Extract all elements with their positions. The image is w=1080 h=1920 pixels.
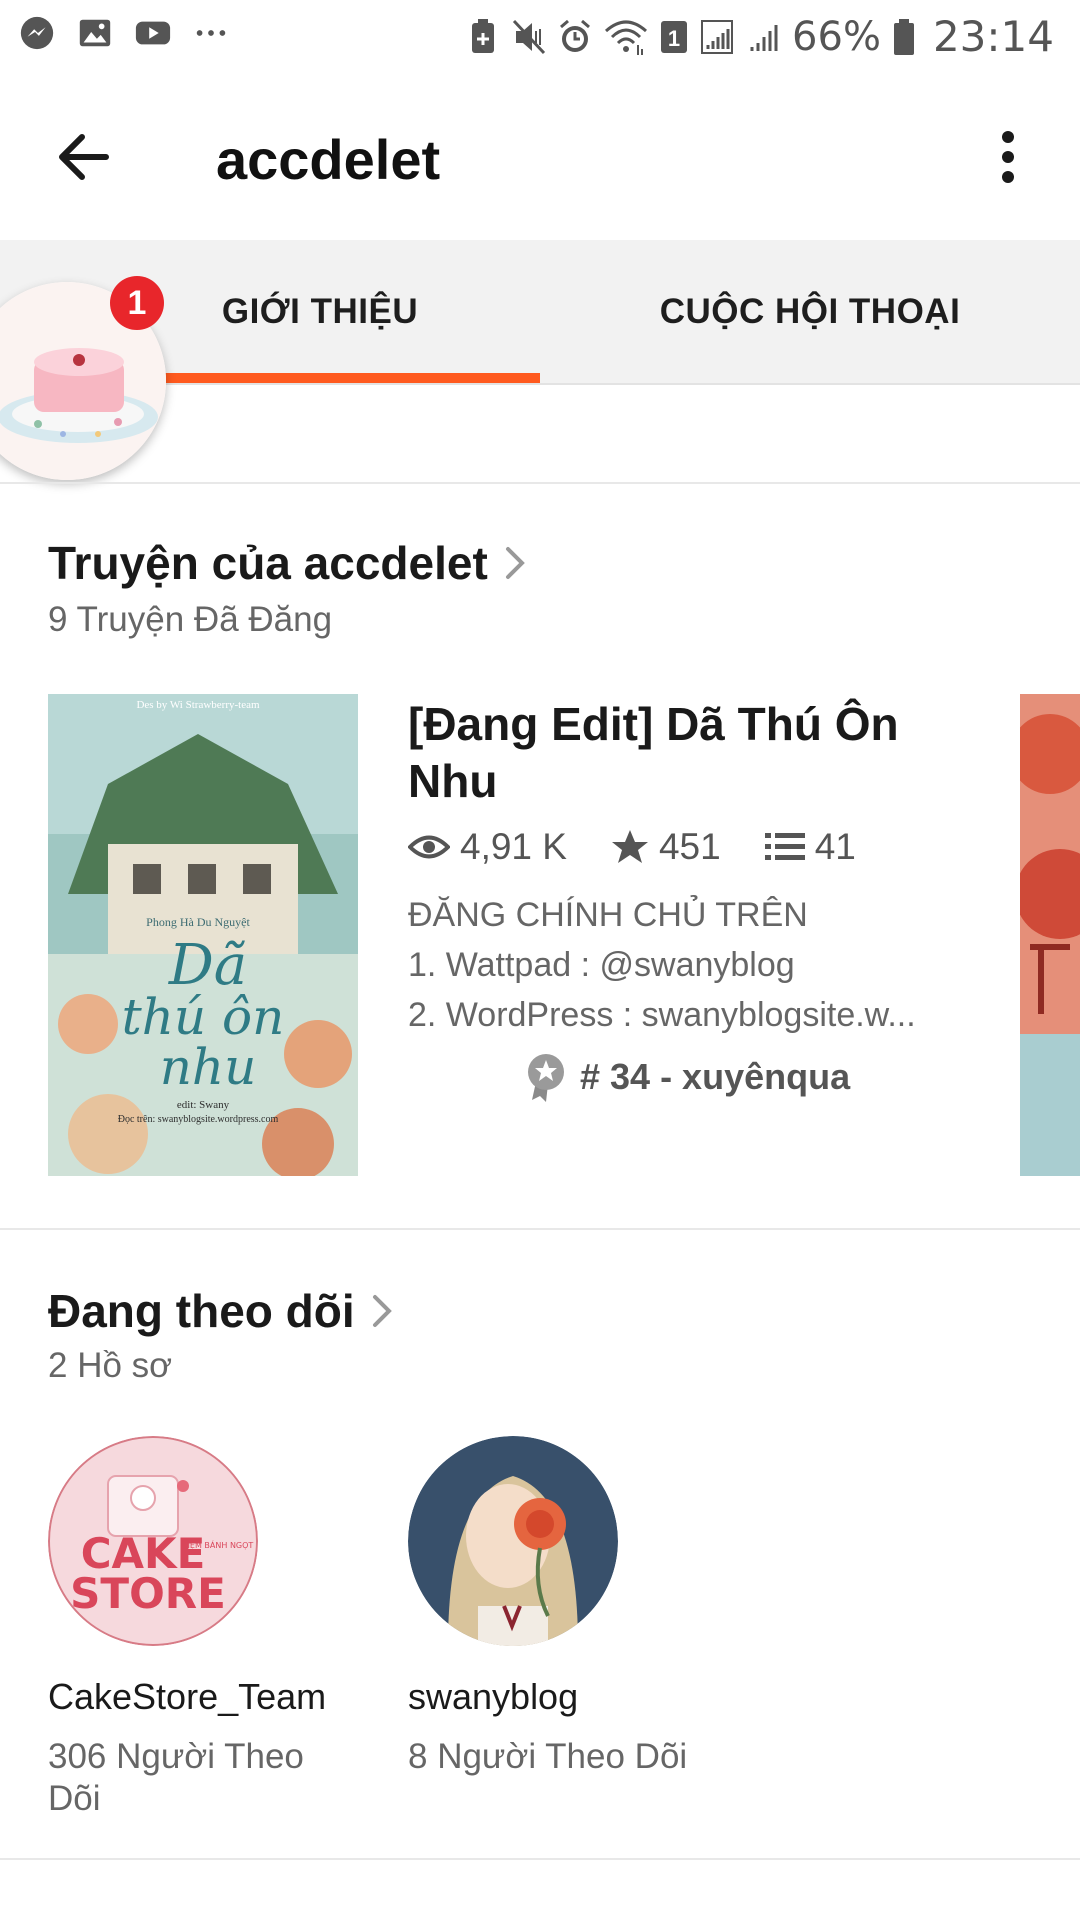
battery-icon (893, 18, 914, 55)
list-icon (764, 833, 805, 860)
cover-title-line3: nhu (160, 1038, 257, 1096)
cakestore-logo: CAKE STORE TIỆM BÁNH NGỌT (48, 1436, 258, 1646)
story-cover-image: Des by Wi Strawberry-team Phong Hà Du Ng… (48, 694, 358, 1176)
story-cover[interactable]: Des by Wi Strawberry-team Phong Hà Du Ng… (48, 694, 358, 1176)
star-icon (611, 830, 648, 863)
sim1-icon: 1 (661, 20, 688, 53)
app-bar: accdelet (0, 75, 1080, 240)
story-title[interactable]: [Đang Edit] Dã Thú Ôn Nhu (408, 696, 928, 810)
story-description-line: 2. WordPress : swanyblogsite.w... (408, 996, 916, 1034)
following-section-title: Đang theo dõi (48, 1285, 355, 1337)
profile-followers: 306 Người Theo Dõi (48, 1737, 304, 1818)
cover-editor: edit: Swany (177, 1099, 230, 1111)
notification-icons (18, 14, 230, 52)
mute-icon (512, 19, 546, 54)
profile-name: CakeStore_Team (48, 1676, 327, 1717)
divider (0, 482, 1080, 484)
story-rank: # 34 - xuyênqua (526, 1052, 850, 1102)
following-section-header[interactable]: Đang theo dõi (48, 1284, 393, 1338)
reads-count: 4,91 K (460, 826, 567, 867)
chevron-right-icon (372, 1295, 392, 1327)
votes-stat: 451 (611, 826, 721, 868)
logo-tagline: TIỆM BÁNH NGỌT (182, 1539, 254, 1551)
page-title: accdelet (216, 128, 441, 191)
divider (0, 1228, 1080, 1230)
notification-badge: 1 (110, 276, 164, 330)
battery-percent: 66% (792, 13, 881, 60)
messenger-icon (20, 16, 54, 50)
cover-site: Đọc trên: swanyblogsite.wordpress.com (118, 1114, 279, 1125)
clock: 23:14 (932, 12, 1054, 61)
ranking-medal-icon (528, 1054, 564, 1102)
rank-label: # 34 - xuyênqua (580, 1056, 851, 1097)
profile-avatar[interactable] (408, 1436, 618, 1646)
tab-about-label: GIỚI THIỆU (221, 291, 419, 331)
active-tab-indicator (165, 373, 540, 383)
reads-stat: 4,91 K (408, 826, 567, 868)
story-stats: 4,91 K 451 41 (408, 826, 900, 868)
profile-followers: 8 Người Theo Dõi (408, 1737, 688, 1776)
gallery-icon (79, 19, 111, 47)
kebab-menu-icon[interactable] (990, 127, 1026, 187)
story-description-line: 1. Wattpad : @swanyblog (408, 946, 795, 984)
stories-section-header[interactable]: Truyện của accdelet (48, 536, 526, 590)
cover-credit: Des by Wi Strawberry-team (136, 699, 260, 711)
next-story-cover-image (1020, 694, 1080, 1176)
next-story-cover[interactable] (1020, 694, 1080, 1176)
signal-icon (750, 24, 778, 51)
tab-conversations-label: CUỘC HỘI THOẠI (659, 291, 961, 331)
logo-word-store: STORE (70, 1569, 226, 1618)
divider (0, 1858, 1080, 1860)
parts-stat: 41 (764, 826, 856, 868)
profile-name: swanyblog (408, 1676, 579, 1717)
more-dots-icon (196, 30, 226, 36)
following-count: 2 Hồ sơ (48, 1346, 173, 1385)
battery-saver-icon (472, 18, 495, 53)
followed-profile[interactable]: CAKE STORE TIỆM BÁNH NGỌT CakeStore_Team… (48, 1436, 378, 1820)
system-icons: 1 66% 23:14 (466, 12, 1054, 61)
status-bar: 1 66% 23:14 (0, 0, 1080, 75)
story-description-line: ĐĂNG CHÍNH CHỦ TRÊN (408, 896, 808, 934)
votes-count: 451 (658, 826, 721, 867)
swanyblog-avatar-image (408, 1436, 618, 1646)
chevron-right-icon (505, 547, 525, 579)
arrow-left-icon[interactable] (52, 125, 116, 189)
signal-icon (701, 19, 734, 54)
youtube-icon (135, 21, 171, 45)
eye-icon (408, 835, 450, 859)
profile-avatar[interactable]: CAKE STORE TIỆM BÁNH NGỌT (48, 1436, 258, 1646)
cover-author: Phong Hà Du Nguyệt (146, 915, 250, 929)
stories-count: 9 Truyện Đã Đăng (48, 600, 333, 639)
sim-label: 1 (668, 26, 680, 51)
wifi-icon (605, 20, 648, 55)
stories-section-title: Truyện của accdelet (48, 537, 488, 589)
followed-profile[interactable]: swanyblog 8 Người Theo Dõi (408, 1436, 738, 1778)
tab-about[interactable]: GIỚI THIỆU (100, 240, 540, 383)
alarm-icon (560, 19, 591, 52)
tab-conversations[interactable]: CUỘC HỘI THOẠI (540, 240, 1080, 383)
parts-count: 41 (814, 826, 856, 867)
